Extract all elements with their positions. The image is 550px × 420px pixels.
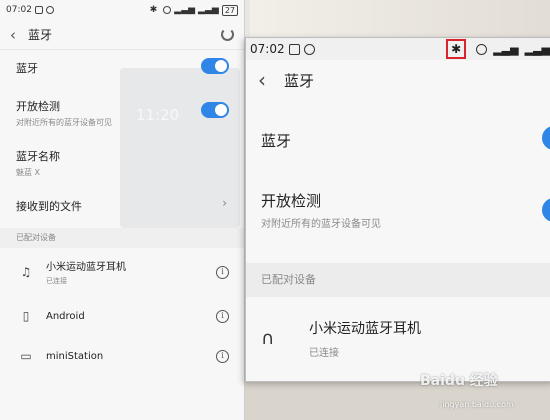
headphones-icon: ♫ [20, 265, 32, 279]
info-icon[interactable]: i [216, 309, 229, 323]
paired-devices-header: 已配对设备 [246, 263, 550, 297]
signal-icon: ▂▃▅ [493, 42, 519, 56]
bluetooth-toggle[interactable] [201, 58, 229, 74]
app-notification-icon [303, 43, 315, 55]
setting-bluetooth[interactable]: 蓝牙 [0, 58, 244, 76]
alarm-icon [163, 6, 172, 14]
setting-subtitle: 对附近所有的蓝牙设备可见 [261, 219, 381, 230]
setting-open-detection[interactable]: 开放检测 对附近所有的蓝牙设备可见 [0, 98, 244, 128]
alarm-icon [476, 43, 488, 55]
device-name: miniStation [46, 350, 104, 362]
page-header: ‹ 蓝牙 [246, 60, 550, 100]
watermark-url: jingyan.baidu.com [440, 400, 514, 409]
device-row[interactable]: ♫ 小米运动蓝牙耳机 已连接 i [0, 252, 244, 292]
setting-title: 接收到的文件 [16, 200, 82, 213]
open-detection-toggle[interactable] [201, 102, 229, 118]
bluetooth-icon: ✱ [446, 39, 467, 59]
setting-open-detection[interactable]: 开放检测 对附近所有的蓝牙设备可见 [246, 190, 550, 230]
device-row[interactable]: ▭ miniStation i [0, 336, 244, 376]
headphones-icon: ∩ [261, 328, 275, 349]
device-status: 已连接 [46, 277, 67, 285]
setting-received-files[interactable]: 接收到的文件 › [0, 196, 244, 214]
signal2-icon: ▂▃▅ [198, 5, 219, 15]
status-bar: 07:02 ✱ ▂▃▅ ▂▃▅ 27 [0, 0, 244, 20]
signal2-icon: ▂▃▅ [524, 42, 550, 56]
status-time: 07:02 [6, 5, 32, 15]
device-name: 小米运动蓝牙耳机 [309, 321, 421, 337]
watermark-logo: Baidu 经验 [420, 373, 498, 389]
open-detection-toggle[interactable] [542, 198, 550, 222]
status-bar: 07:02 ✱ ▂▃▅ ▂▃▅ [246, 38, 550, 60]
device-name: Android [46, 310, 85, 322]
notification-icon [288, 43, 300, 55]
bluetooth-toggle[interactable] [542, 126, 550, 150]
page-title: 蓝牙 [28, 28, 53, 42]
status-time: 07:02 [250, 42, 285, 56]
page-title: 蓝牙 [284, 71, 315, 90]
right-phone-zoom: 07:02 ✱ ▂▃▅ ▂▃▅ ‹ 蓝牙 蓝牙 开放检测 对附近所有的蓝牙设备可… [245, 37, 550, 382]
info-icon[interactable]: i [216, 265, 229, 279]
laptop-icon: ▭ [20, 349, 32, 363]
device-row[interactable]: ∩ 小米运动蓝牙耳机 已连接 [246, 318, 550, 359]
back-icon[interactable]: ‹ [258, 68, 266, 92]
app-notification-icon [45, 6, 54, 14]
notification-icon [34, 6, 43, 14]
phone-icon: ▯ [22, 309, 30, 323]
setting-title: 蓝牙 [261, 132, 292, 150]
refresh-icon[interactable] [221, 28, 234, 41]
setting-title: 开放检测 [261, 192, 322, 210]
back-icon[interactable]: ‹ [10, 26, 16, 44]
device-name: 小米运动蓝牙耳机 [46, 262, 126, 273]
paired-devices-header: 已配对设备 [0, 228, 244, 248]
signal-icon: ▂▃▅ [174, 5, 196, 15]
device-status: 已连接 [309, 348, 339, 359]
setting-title: 开放检测 [16, 100, 60, 113]
left-phone-screen: 07:02 ✱ ▂▃▅ ▂▃▅ 27 ‹ 蓝牙 11:20 蓝牙 开放检测 对附… [0, 0, 245, 420]
bluetooth-icon: ✱ [149, 5, 158, 15]
setting-bluetooth[interactable]: 蓝牙 [246, 126, 550, 151]
page-header: ‹ 蓝牙 [0, 20, 244, 50]
info-icon[interactable]: i [216, 349, 229, 363]
setting-title: 蓝牙名称 [16, 150, 60, 163]
setting-subtitle: 对附近所有的蓝牙设备可见 [16, 118, 112, 127]
setting-subtitle: 魅蓝 X [16, 168, 41, 177]
setting-bluetooth-name[interactable]: 蓝牙名称 魅蓝 X [0, 148, 244, 178]
device-row[interactable]: ▯ Android i [0, 296, 244, 336]
chevron-right-icon: › [222, 196, 227, 210]
setting-title: 蓝牙 [16, 62, 38, 75]
battery-indicator: 27 [221, 4, 238, 16]
